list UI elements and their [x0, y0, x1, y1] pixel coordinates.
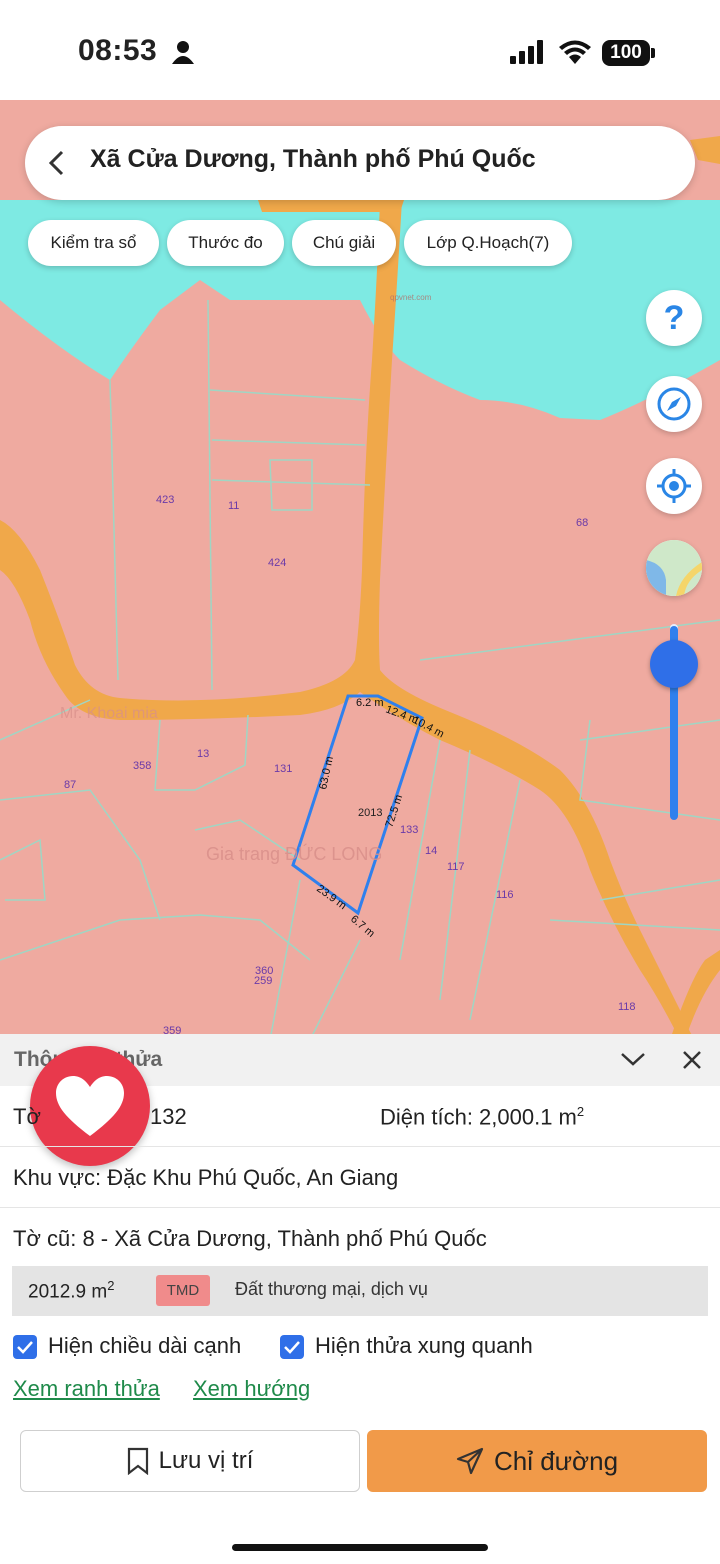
edge-length-checkbox[interactable] [13, 1335, 37, 1359]
parcel-label: 118 [618, 1001, 636, 1013]
chip-measure[interactable]: Thước đo [167, 220, 284, 266]
person-icon [172, 40, 194, 69]
region-text: Khu vực: Đặc Khu Phú Quốc, An Giang [13, 1165, 399, 1190]
divider [0, 1207, 720, 1208]
land-use-area-text: 2012.9 m [28, 1281, 108, 1303]
parcel-label: 424 [268, 557, 286, 569]
old-sheet-text: Tờ cũ: 8 - Xã Cửa Dương, Thành phố Phú Q… [13, 1226, 487, 1251]
map-type-button[interactable] [646, 540, 702, 596]
parcel-label: 131 [274, 763, 292, 775]
checkmark-icon [17, 1341, 33, 1354]
sheet-label: Tờ [13, 1104, 41, 1129]
favorite-button[interactable] [30, 1046, 150, 1166]
edge-length-label: 6.2 m [356, 697, 384, 709]
bookmark-icon [127, 1447, 148, 1475]
view-boundary-link[interactable]: Xem ranh thửa [13, 1376, 160, 1402]
neighbors-checkbox[interactable] [280, 1335, 304, 1359]
watermark: Gia trang ĐỨC LONG [206, 843, 382, 864]
area-unit-sup: 2 [576, 1104, 585, 1119]
directions-button[interactable]: Chỉ đường [367, 1430, 707, 1492]
parcel-label: 68 [576, 517, 588, 529]
parcel-label: 11 [228, 500, 239, 512]
view-direction-link[interactable]: Xem hướng [193, 1376, 310, 1402]
parcel-label: 259 [254, 975, 272, 987]
land-use-type: Đất thương mại, dịch vụ [235, 1279, 428, 1299]
edge-length-label: 23.9 m [314, 883, 348, 912]
parcel-label: 14 [425, 845, 437, 857]
parcel-label: 116 [496, 889, 514, 901]
save-location-label: Lưu vị trí [158, 1447, 254, 1474]
battery-tip [651, 48, 655, 58]
chip-check-certificate[interactable]: Kiểm tra sổ [28, 220, 159, 266]
help-button[interactable]: ? [646, 290, 702, 346]
road [670, 950, 720, 1040]
compass-icon [657, 387, 691, 421]
my-location-button[interactable] [646, 458, 702, 514]
road [258, 200, 404, 212]
parcel-label: 423 [156, 494, 174, 506]
directions-label: Chỉ đường [493, 1445, 619, 1476]
edge-length-label: 63.0 m [317, 755, 336, 790]
location-title: Xã Cửa Dương, Thành phố Phú Quốc [90, 145, 536, 173]
chip-legend[interactable]: Chú giải [292, 220, 396, 266]
edge-length-label[interactable]: Hiện chiều dài cạnh [48, 1333, 241, 1359]
watermark: Mr. Khoai mia [60, 705, 158, 722]
close-icon[interactable] [682, 1050, 702, 1075]
map-thumbnail-icon [646, 540, 702, 596]
question-icon: ? [663, 298, 685, 337]
divider [0, 1146, 720, 1147]
checkmark-icon [284, 1341, 300, 1354]
land-use-area-sup: 2 [107, 1278, 115, 1293]
zoom-slider-handle[interactable] [650, 640, 698, 688]
edge-length-label: 6.7 m [348, 913, 377, 940]
parcel-label: 133 [400, 824, 418, 836]
parcel-label: 87 [64, 779, 76, 791]
chip-planning-layers[interactable]: Lớp Q.Hoạch(7) [404, 220, 572, 266]
wifi-icon [558, 38, 592, 69]
area-value: Diện tích: 2,000.1 m2 [380, 1104, 584, 1130]
compass-button[interactable] [646, 376, 702, 432]
home-indicator [232, 1544, 488, 1551]
status-time: 08:53 [78, 34, 158, 67]
cellular-signal-icon [510, 40, 546, 69]
parcel-label: 117 [447, 861, 465, 873]
land-use-code-badge: TMD [156, 1275, 210, 1306]
parcel-label: 13 [197, 748, 209, 760]
status-bar: 08:53 100 [0, 0, 720, 100]
land-use-area: 2012.9 m2 [28, 1278, 114, 1303]
neighbors-label[interactable]: Hiện thửa xung quanh [315, 1333, 533, 1359]
watermark: qpvnet.com [390, 293, 432, 302]
parcel-label: 358 [133, 760, 151, 772]
chevron-down-icon[interactable] [620, 1050, 646, 1073]
battery-icon: 100 [602, 40, 650, 66]
heart-icon [56, 1076, 124, 1136]
send-arrow-icon [456, 1447, 484, 1475]
save-location-button[interactable]: Lưu vị trí [20, 1430, 360, 1492]
area-text: Diện tích: 2,000.1 m [380, 1104, 577, 1130]
back-arrow-icon[interactable] [46, 150, 68, 181]
parcel-label: 2013 [358, 807, 382, 819]
sheet-number: 132 [150, 1104, 187, 1129]
crosshair-icon [657, 469, 691, 503]
land-use-row: 2012.9 m2 TMD Đất thương mại, dịch vụ [12, 1266, 708, 1316]
